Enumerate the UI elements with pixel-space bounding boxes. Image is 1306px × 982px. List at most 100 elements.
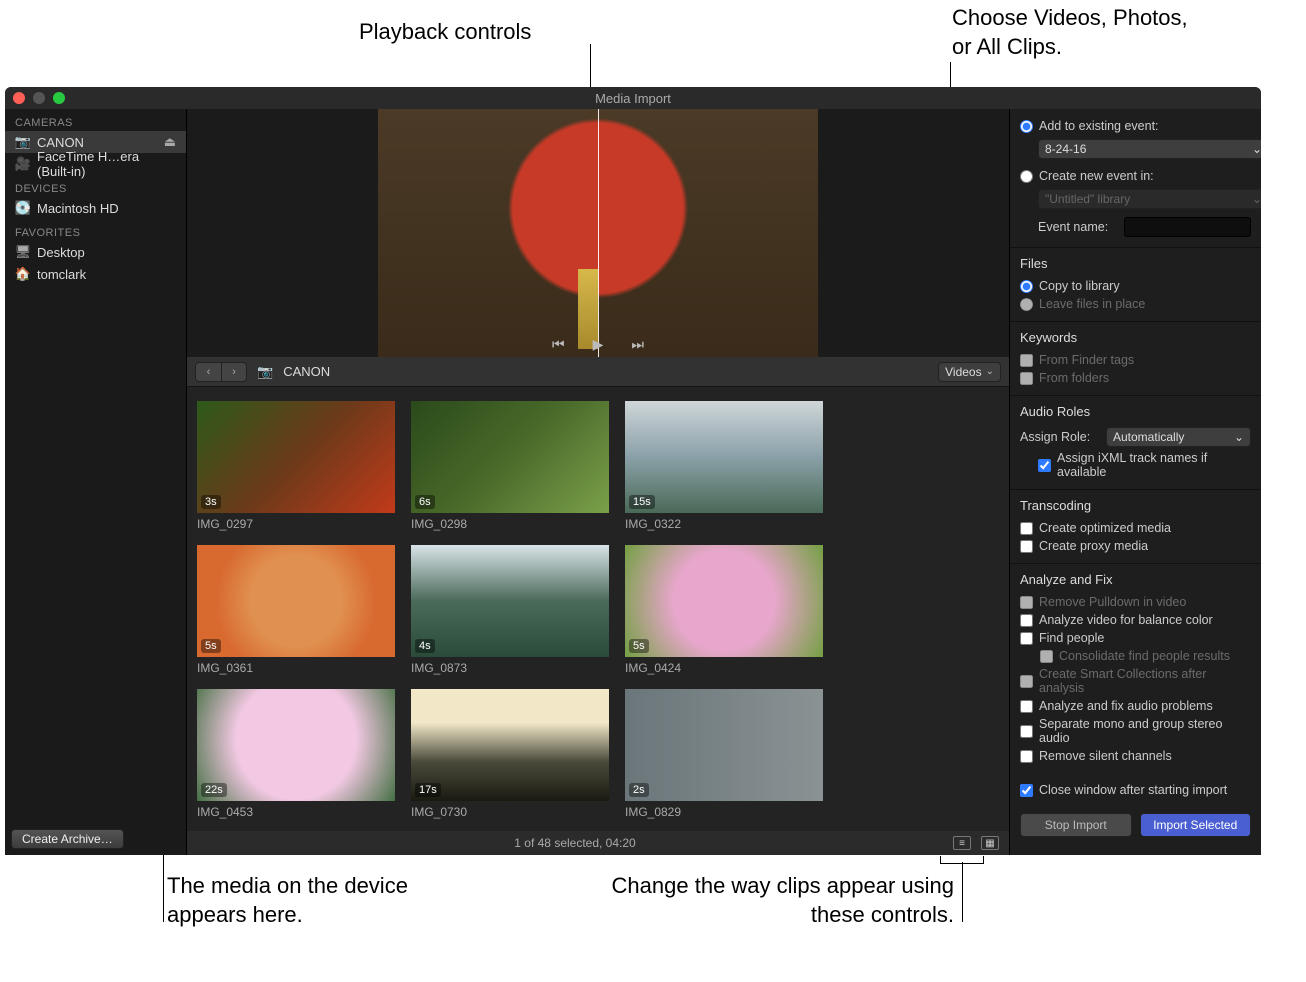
checkbox[interactable] bbox=[1020, 725, 1033, 738]
preview-image[interactable] bbox=[378, 109, 818, 357]
sidebar-item-facetime[interactable]: 🎥 FaceTime H…era (Built-in) bbox=[5, 153, 186, 175]
create-optimized-check[interactable]: Create optimized media bbox=[1020, 519, 1251, 537]
label: Create new event in: bbox=[1039, 169, 1154, 183]
from-finder-tags-check: From Finder tags bbox=[1020, 351, 1251, 369]
minimize-icon[interactable] bbox=[33, 92, 45, 104]
clip-item[interactable]: 5sIMG_0361 bbox=[197, 545, 395, 675]
analyze-audio-check[interactable]: Analyze and fix audio problems bbox=[1020, 697, 1251, 715]
annotation-filter: Choose Videos, Photos, or All Clips. bbox=[952, 4, 1212, 61]
next-clip-button[interactable]: ⏭ bbox=[631, 336, 644, 353]
checkbox[interactable] bbox=[1020, 522, 1033, 535]
clip-thumbnail[interactable]: 4s bbox=[411, 545, 609, 657]
checkbox[interactable] bbox=[1020, 700, 1033, 713]
clip-name: IMG_0873 bbox=[411, 657, 609, 675]
main-column: ⏮ ▶ ⏭ ‹ › 📷 CANON Videos ⌄ 3sIM bbox=[187, 109, 1009, 855]
assign-role-select[interactable]: Automatically ⌄ bbox=[1106, 427, 1251, 447]
clip-name: IMG_0453 bbox=[197, 801, 395, 819]
chevron-down-icon: ⌄ bbox=[1234, 430, 1244, 444]
sidebar-label: Macintosh HD bbox=[37, 201, 119, 216]
analyze-color-check[interactable]: Analyze video for balance color bbox=[1020, 611, 1251, 629]
list-view-button[interactable]: ▦ bbox=[981, 836, 999, 850]
prev-clip-button[interactable]: ⏮ bbox=[552, 336, 565, 353]
sidebar-item-home[interactable]: 🏠 tomclark bbox=[5, 263, 186, 285]
clip-item[interactable]: 6sIMG_0298 bbox=[411, 401, 609, 531]
checkbox[interactable] bbox=[1020, 750, 1033, 763]
radio[interactable] bbox=[1020, 280, 1033, 293]
smart-collections-check: Create Smart Collections after analysis bbox=[1020, 665, 1251, 697]
import-selected-button[interactable]: Import Selected bbox=[1140, 813, 1252, 837]
clip-thumbnail[interactable]: 6s bbox=[411, 401, 609, 513]
checkbox[interactable] bbox=[1020, 632, 1033, 645]
clip-thumbnail[interactable]: 17s bbox=[411, 689, 609, 801]
sidebar-item-desktop[interactable]: 🖥 Desktop bbox=[5, 241, 186, 263]
sidebar-label: Desktop bbox=[37, 245, 85, 260]
label: Add to existing event: bbox=[1039, 119, 1159, 133]
clip-thumbnail[interactable]: 15s bbox=[625, 401, 823, 513]
audio-roles-section: Audio Roles bbox=[1020, 404, 1251, 419]
clip-name: IMG_0297 bbox=[197, 513, 395, 531]
clip-item[interactable]: 2sIMG_0829 bbox=[625, 689, 823, 819]
keywords-section: Keywords bbox=[1020, 330, 1251, 345]
clip-item[interactable]: 22sIMG_0453 bbox=[197, 689, 395, 819]
clip-item[interactable]: 4s IMG_0873 bbox=[411, 545, 609, 675]
nav-back-button[interactable]: ‹ bbox=[195, 362, 221, 382]
label: Remove silent channels bbox=[1039, 749, 1172, 763]
create-new-event-radio[interactable]: Create new event in: bbox=[1020, 167, 1251, 185]
chevron-down-icon: ⌄ bbox=[1252, 192, 1261, 206]
radio[interactable] bbox=[1020, 170, 1033, 183]
clip-duration: 4s bbox=[415, 639, 435, 653]
clip-name: IMG_0424 bbox=[625, 657, 823, 675]
create-proxy-check[interactable]: Create proxy media bbox=[1020, 537, 1251, 555]
chevron-down-icon: ⌄ bbox=[986, 366, 994, 377]
label: Copy to library bbox=[1039, 279, 1120, 293]
maximize-icon[interactable] bbox=[53, 92, 65, 104]
copy-to-library-radio[interactable]: Copy to library bbox=[1020, 277, 1251, 295]
clip-item[interactable]: 5s IMG_0424 bbox=[625, 545, 823, 675]
clip-thumbnail[interactable]: 3s bbox=[197, 401, 395, 513]
clip-thumbnail[interactable]: 5s bbox=[197, 545, 395, 657]
nav-forward-button[interactable]: › bbox=[221, 362, 247, 382]
playhead[interactable] bbox=[598, 109, 599, 357]
camera-icon: 🎥 bbox=[15, 156, 31, 172]
eject-icon[interactable]: ⏏ bbox=[164, 134, 176, 150]
event-name-input[interactable] bbox=[1124, 217, 1251, 237]
section-favorites: FAVORITES bbox=[5, 223, 186, 241]
breadcrumb[interactable]: CANON bbox=[283, 364, 330, 379]
clip-duration: 3s bbox=[201, 495, 221, 509]
section-cameras: CAMERAS bbox=[5, 113, 186, 131]
clip-thumbnail[interactable]: 2s bbox=[625, 689, 823, 801]
checkbox[interactable] bbox=[1020, 614, 1033, 627]
remove-silent-check[interactable]: Remove silent channels bbox=[1020, 747, 1251, 765]
find-people-check[interactable]: Find people bbox=[1020, 629, 1251, 647]
checkbox bbox=[1040, 650, 1053, 663]
checkbox[interactable] bbox=[1020, 784, 1033, 797]
label: Close window after starting import bbox=[1039, 783, 1227, 797]
clip-thumbnail[interactable]: 22s bbox=[197, 689, 395, 801]
checkbox[interactable] bbox=[1038, 459, 1051, 472]
separate-mono-check[interactable]: Separate mono and group stereo audio bbox=[1020, 715, 1251, 747]
label: Leave files in place bbox=[1039, 297, 1145, 311]
clip-browser[interactable]: 3s IMG_0297 6sIMG_029815sIMG_0322 5sIMG_036… bbox=[187, 387, 1009, 831]
clip-thumbnail[interactable]: 5s bbox=[625, 545, 823, 657]
event-select[interactable]: 8-24-16 ⌄ bbox=[1038, 139, 1261, 159]
clip-duration: 5s bbox=[201, 639, 221, 653]
clip-item[interactable]: 17sIMG_0730 bbox=[411, 689, 609, 819]
desktop-icon: 🖥 bbox=[15, 244, 31, 260]
stop-import-button[interactable]: Stop Import bbox=[1020, 813, 1132, 837]
sidebar-item-machd[interactable]: 💽 Macintosh HD bbox=[5, 197, 186, 219]
add-existing-event-radio[interactable]: Add to existing event: bbox=[1020, 117, 1251, 135]
checkbox[interactable] bbox=[1020, 540, 1033, 553]
radio[interactable] bbox=[1020, 120, 1033, 133]
clip-item[interactable]: 3s IMG_0297 bbox=[197, 401, 395, 531]
clip-item[interactable]: 15sIMG_0322 bbox=[625, 401, 823, 531]
create-archive-button[interactable]: Create Archive… bbox=[11, 829, 124, 849]
clip-filter-select[interactable]: Videos ⌄ bbox=[938, 362, 1001, 382]
assign-ixml-check[interactable]: Assign iXML track names if available bbox=[1020, 449, 1251, 481]
filmstrip-view-button[interactable]: ≡ bbox=[953, 836, 971, 850]
label: From Finder tags bbox=[1039, 353, 1134, 367]
clip-duration: 5s bbox=[629, 639, 649, 653]
play-button[interactable]: ▶ bbox=[593, 336, 604, 353]
library-select: "Untitled" library ⌄ bbox=[1038, 189, 1261, 209]
close-after-check[interactable]: Close window after starting import bbox=[1020, 781, 1251, 799]
close-icon[interactable] bbox=[13, 92, 25, 104]
